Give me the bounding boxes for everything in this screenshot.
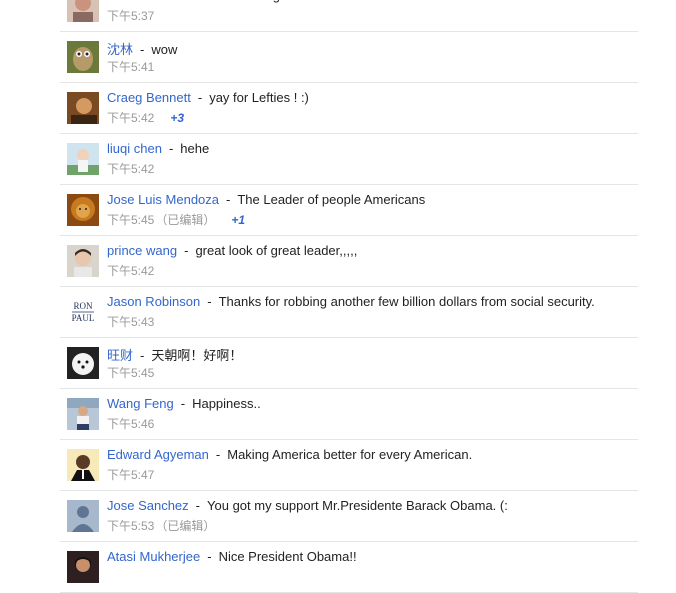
timestamp[interactable]: 下午5:53 (107, 519, 154, 533)
separator: - (207, 294, 212, 309)
comment-body: Jose Sanchez - You got my support Mr.Presi… (107, 498, 508, 513)
timestamp[interactable]: 下午5:37 (107, 9, 154, 23)
avatar-text-2: PAUL (72, 313, 95, 323)
avatar-text-1: RON (73, 301, 93, 311)
author-link[interactable]: Craeg Bennett (107, 90, 191, 105)
comment-text: Great look of great leader! (195, 0, 346, 3)
comment-meta: 下午5:45（已编辑） +1 (107, 211, 245, 228)
timestamp[interactable]: 下午5:45 (107, 213, 154, 227)
comment-item: liuqi chen - hehe 下午5:42 (60, 134, 638, 185)
author-link[interactable]: 沈林 (107, 42, 133, 57)
comment-body: liuqi chen - hehe (107, 141, 209, 156)
comment-body: Jason Robinson - Thanks for robbing anothe… (107, 294, 595, 309)
avatar[interactable] (67, 194, 99, 226)
timestamp[interactable]: 下午5:47 (107, 468, 154, 482)
comment-text: hehe (180, 141, 210, 156)
comment-meta: 下午5:37 (107, 7, 154, 24)
separator: - (140, 348, 145, 363)
timestamp[interactable]: 下午5:42 (107, 162, 154, 176)
comment-item: Jose Luis Mendoza - The Leader of people A… (60, 185, 638, 236)
comment-meta: 下午5:43 (107, 313, 154, 330)
comment-text: You got my support Mr.Presidente Barack … (207, 498, 508, 513)
avatar[interactable]: RON PAUL (67, 296, 99, 328)
separator: - (226, 192, 231, 207)
plus-one-count[interactable]: +3 (170, 111, 184, 125)
comment-text: 天朝啊！好啊！ (151, 348, 243, 363)
timestamp[interactable]: 下午5:41 (107, 60, 154, 74)
timestamp[interactable]: 下午5:45 (107, 366, 154, 380)
author-link[interactable]: Edward Agyeman (107, 447, 209, 462)
edited-label: （已编辑） (155, 519, 216, 533)
comment-meta: 下午5:53（已编辑） (107, 517, 215, 534)
separator: - (215, 447, 221, 462)
comment-body: Craeg Bennett - yay for Lefties ! :) (107, 90, 309, 105)
avatar[interactable] (67, 41, 99, 73)
comment-body: prince wang - great look of great leader,,… (107, 243, 357, 258)
separator: - (184, 243, 189, 258)
timestamp[interactable]: 下午5:43 (107, 315, 154, 329)
comment-text: Happiness.. (192, 396, 261, 411)
author-link[interactable]: Wang Feng (107, 396, 174, 411)
comment-text: wow (151, 42, 178, 57)
comment-body: 旺财 - 天朝啊！好啊！ (107, 345, 242, 364)
comment-body: Wang Feng - Happiness.. (107, 396, 261, 411)
comment-meta: 下午5:42 (107, 160, 154, 177)
comment-item: Atasi Mukherjee - Nice President Obama!! (60, 542, 638, 593)
timestamp[interactable]: 下午5:42 (107, 111, 154, 125)
author-link[interactable]: Mike Cohen (107, 0, 176, 3)
avatar[interactable] (67, 551, 99, 583)
avatar[interactable] (67, 92, 99, 124)
comment-item: RON PAUL Jason Robinson - Thanks for robbing… (60, 287, 638, 338)
comment-meta: 下午5:45 (107, 364, 154, 381)
timestamp[interactable]: 下午5:42 (107, 264, 154, 278)
separator: - (180, 396, 186, 411)
edited-label: （已编辑） (155, 213, 216, 227)
comment-item: 沈林 - wow 下午5:41 (60, 32, 638, 83)
comment-item: Edward Agyeman - Making America better for… (60, 440, 638, 491)
separator: - (140, 42, 145, 57)
comment-meta: 下午5:42 +3 (107, 109, 184, 126)
comment-text: yay for Lefties ! :) (209, 90, 309, 105)
comment-meta: 下午5:47 (107, 466, 154, 483)
comment-text: Making America better for every American… (227, 447, 473, 462)
author-link[interactable]: 旺财 (107, 348, 133, 363)
avatar[interactable] (67, 0, 99, 22)
author-link[interactable]: Jose Luis Mendoza (107, 192, 219, 207)
author-link[interactable]: Jason Robinson (107, 294, 200, 309)
author-link[interactable]: prince wang (107, 243, 177, 258)
separator: - (183, 0, 187, 3)
avatar[interactable] (67, 245, 99, 277)
avatar[interactable] (67, 347, 99, 379)
avatar[interactable] (67, 398, 99, 430)
comment-list: Mike Cohen - Great look of great leader! 下午… (0, 0, 676, 593)
plus-one-count[interactable]: +1 (231, 213, 245, 227)
comment-meta: 下午5:42 (107, 262, 154, 279)
avatar[interactable] (67, 143, 99, 175)
comment-item: Mike Cohen - Great look of great leader! 下午… (60, 0, 638, 32)
timestamp[interactable]: 下午5:46 (107, 417, 154, 431)
comment-body: Jose Luis Mendoza - The Leader of people A… (107, 192, 425, 207)
comment-body: Edward Agyeman - Making America better for… (107, 447, 472, 462)
comment-body: 沈林 - wow (107, 39, 177, 58)
author-link[interactable]: Jose Sanchez (107, 498, 189, 513)
comment-meta: 下午5:41 (107, 58, 154, 75)
comment-text: great look of great leader,,,,, (195, 243, 358, 258)
comment-text: Thanks for robbing another few billion d… (218, 294, 595, 309)
author-link[interactable]: liuqi chen (107, 141, 162, 156)
comment-item: prince wang - great look of great leader,,… (60, 236, 638, 287)
comment-meta: 下午5:46 (107, 415, 154, 432)
comment-text: The Leader of people Americans (237, 192, 426, 207)
separator: - (168, 141, 174, 156)
separator: - (197, 90, 203, 105)
comment-body: Mike Cohen - Great look of great leader! (107, 0, 346, 3)
comment-item: Wang Feng - Happiness.. 下午5:46 (60, 389, 638, 440)
separator: - (195, 498, 201, 513)
comment-item: Craeg Bennett - yay for Lefties ! :) 下午5:42… (60, 83, 638, 134)
avatar[interactable] (67, 449, 99, 481)
comment-item: Jose Sanchez - You got my support Mr.Presi… (60, 491, 638, 542)
avatar[interactable] (67, 500, 99, 532)
comment-item: 旺财 - 天朝啊！好啊！ 下午5:45 (60, 338, 638, 389)
